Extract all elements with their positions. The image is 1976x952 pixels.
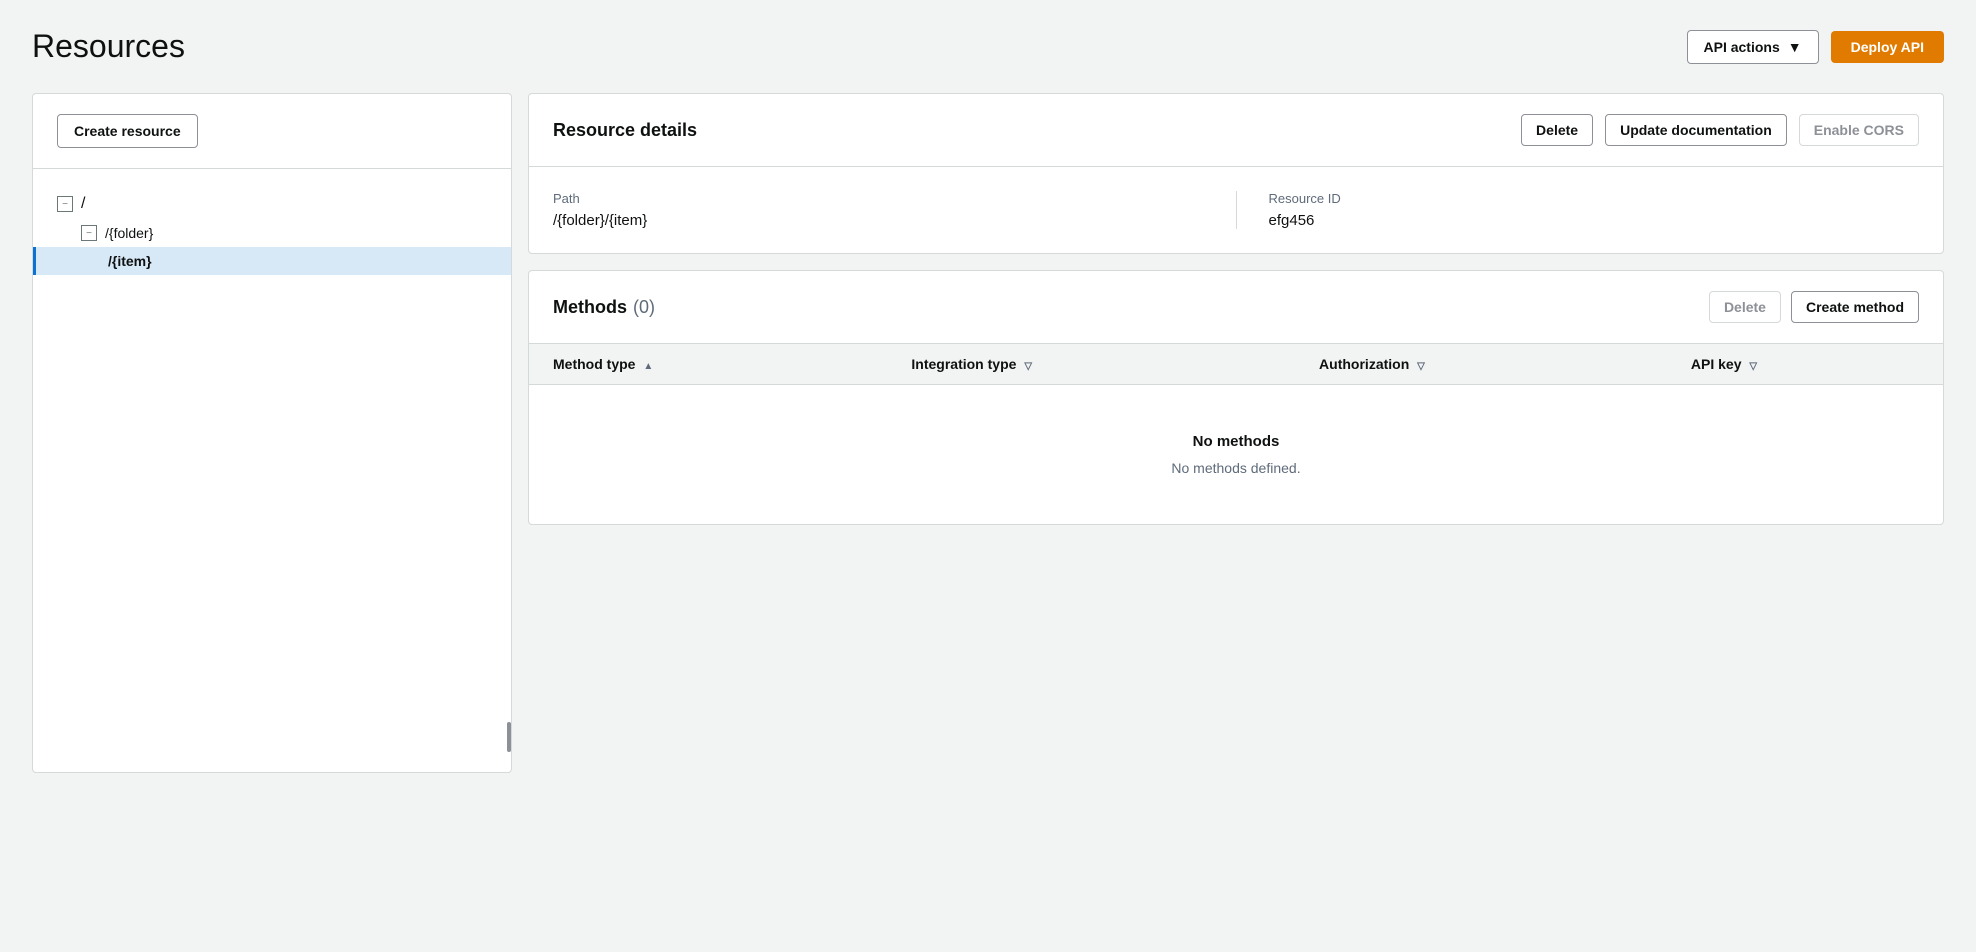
col-integration-type[interactable]: Integration type ▽ [887,344,1295,385]
sort-desc-icon-integration: ▽ [1024,361,1032,372]
collapse-icon-folder: − [81,225,97,241]
resource-details-card: Resource details Delete Update documenta… [528,93,1944,254]
resource-details-title: Resource details [553,120,697,141]
enable-cors-button: Enable CORS [1799,114,1919,146]
path-label: Path [553,191,1204,206]
create-method-button[interactable]: Create method [1791,291,1919,323]
no-methods-title: No methods [553,433,1919,450]
api-actions-label: API actions [1704,39,1780,55]
methods-table-header-row: Method type ▲ Integration type ▽ Authori… [529,344,1943,385]
no-methods-section: No methods No methods defined. [529,385,1943,524]
sort-asc-icon: ▲ [643,361,653,372]
resource-tree: − / − /{folder} /{item} [33,169,511,295]
methods-title: Methods [553,297,627,318]
sort-desc-icon-auth: ▽ [1417,361,1425,372]
methods-table: Method type ▲ Integration type ▽ Authori… [529,344,1943,385]
left-panel: Create resource − / − /{folder} /{item} [32,93,512,773]
path-field: Path /{folder}/{item} [553,191,1204,229]
delete-resource-button[interactable]: Delete [1521,114,1593,146]
delete-method-button: Delete [1709,291,1781,323]
no-methods-desc: No methods defined. [553,460,1919,476]
tree-folder-label: /{folder} [105,225,153,241]
path-value: /{folder}/{item} [553,212,1204,229]
resource-details-body: Path /{folder}/{item} Resource ID efg456 [529,167,1943,253]
sort-desc-icon-key: ▽ [1749,361,1757,372]
tree-item-root[interactable]: − / [33,189,511,219]
col-method-type[interactable]: Method type ▲ [529,344,887,385]
main-content: Create resource − / − /{folder} /{item} [32,93,1944,773]
deploy-api-button[interactable]: Deploy API [1831,31,1944,63]
panel-resizer[interactable] [507,722,511,752]
methods-header: Methods (0) Delete Create method [529,271,1943,344]
header-actions: API actions ▼ Deploy API [1687,30,1945,64]
tree-item-item[interactable]: /{item} [33,247,511,275]
right-panel: Resource details Delete Update documenta… [528,93,1944,525]
col-api-key[interactable]: API key ▽ [1667,344,1943,385]
tree-item-label: /{item} [108,253,152,269]
detail-divider [1236,191,1237,229]
api-actions-button[interactable]: API actions ▼ [1687,30,1819,64]
col-authorization[interactable]: Authorization ▽ [1295,344,1667,385]
tree-root-label: / [81,195,85,213]
update-documentation-button[interactable]: Update documentation [1605,114,1787,146]
methods-count: (0) [633,297,655,318]
resource-id-field: Resource ID efg456 [1269,191,1920,229]
col-integration-type-label: Integration type [911,356,1016,372]
create-resource-button[interactable]: Create resource [57,114,198,148]
chevron-down-icon: ▼ [1788,39,1802,55]
resource-id-label: Resource ID [1269,191,1920,206]
resource-id-value: efg456 [1269,212,1920,229]
resource-details-header: Resource details Delete Update documenta… [529,94,1943,167]
col-method-type-label: Method type [553,356,635,372]
col-api-key-label: API key [1691,356,1742,372]
page-title: Resources [32,28,185,65]
col-authorization-label: Authorization [1319,356,1409,372]
collapse-icon: − [57,196,73,212]
tree-item-folder[interactable]: − /{folder} [33,219,511,247]
methods-card: Methods (0) Delete Create method Method … [528,270,1944,525]
left-panel-top: Create resource [33,94,511,169]
